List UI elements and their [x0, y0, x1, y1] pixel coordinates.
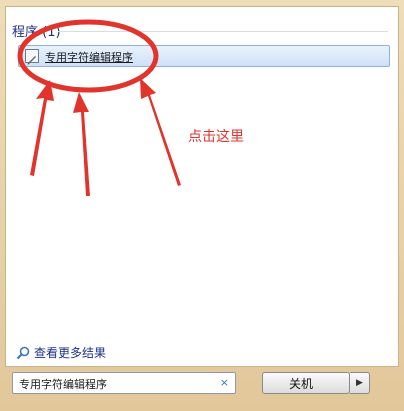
search-input[interactable]: 专用字符编辑程序 × — [12, 372, 236, 394]
search-input-value: 专用字符编辑程序 — [19, 378, 107, 391]
section-header-programs: 程序 (1) — [12, 25, 61, 40]
shutdown-button[interactable]: 关机 — [262, 372, 350, 394]
annotation-label: 点击这里 — [188, 129, 244, 145]
see-more-results-link[interactable]: 查看更多结果 — [16, 344, 106, 361]
section-divider — [58, 31, 388, 32]
edit-app-icon — [25, 49, 39, 65]
program-result-item[interactable]: 专用字符编辑程序 — [18, 45, 390, 67]
search-icon — [16, 346, 30, 360]
shutdown-options-button[interactable]: ▶ — [350, 372, 370, 394]
search-results-panel: 程序 (1) 专用字符编辑程序 查看更多结果 — [5, 6, 399, 367]
shutdown-label: 关机 — [288, 376, 313, 391]
start-menu-window: 程序 (1) 专用字符编辑程序 查看更多结果 专用字符编辑程序 × 关机 ▶ — [0, 0, 404, 411]
see-more-label: 查看更多结果 — [34, 346, 107, 360]
program-result-label: 专用字符编辑程序 — [45, 51, 133, 64]
clear-icon[interactable]: × — [220, 376, 229, 389]
